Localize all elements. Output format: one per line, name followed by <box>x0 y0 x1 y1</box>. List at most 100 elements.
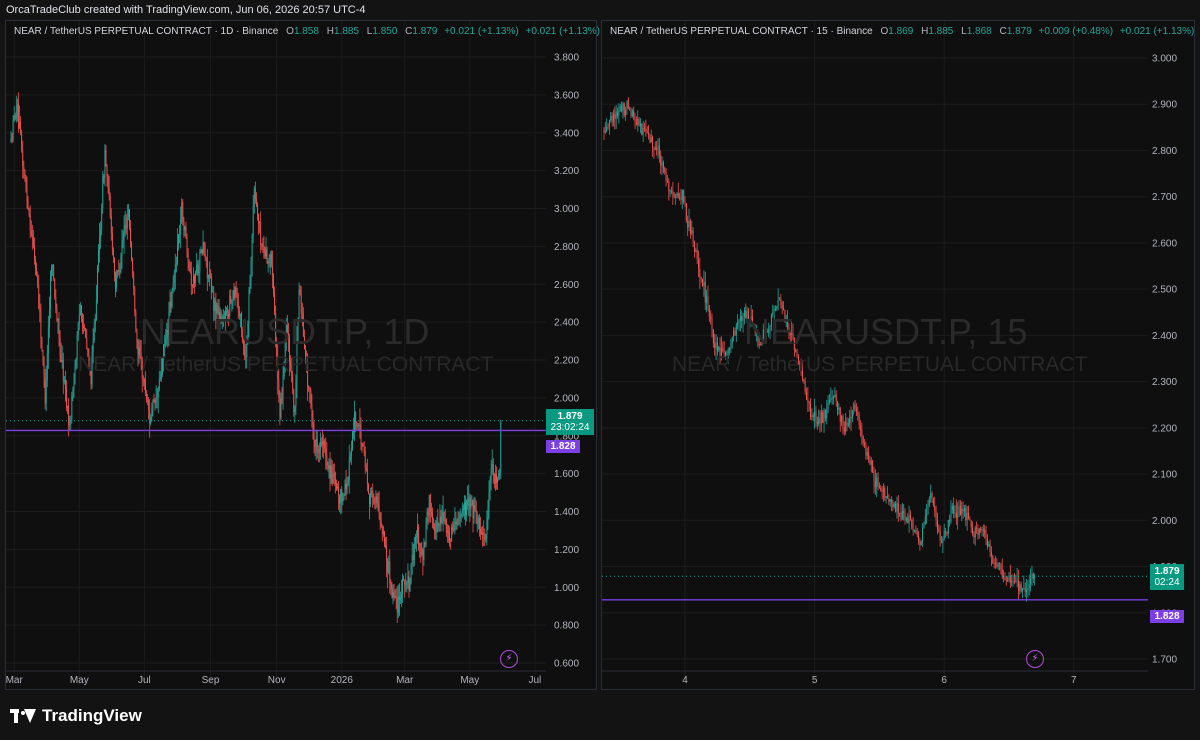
candle <box>993 558 995 569</box>
candle <box>475 500 477 525</box>
candle <box>130 220 131 248</box>
candle <box>257 202 258 221</box>
candle <box>815 406 817 428</box>
y-tick-label: 2.900 <box>1152 100 1177 111</box>
lightning-icon[interactable]: ⚡ <box>500 650 518 668</box>
chart-panel-daily[interactable]: 3.800 3.600 3.400 3.200 3.000 2.800 2.600 2.400… <box>5 20 600 690</box>
candle <box>430 502 432 518</box>
candle <box>951 502 953 514</box>
candle <box>380 512 382 528</box>
candle <box>465 495 466 526</box>
candle <box>638 116 640 127</box>
candle <box>370 487 372 508</box>
candle <box>260 211 262 254</box>
candle <box>1013 572 1015 585</box>
lightning-icon[interactable]: ⚡ <box>1026 650 1044 668</box>
candle <box>355 410 357 433</box>
candle <box>155 385 157 409</box>
candle <box>822 409 824 424</box>
candle <box>191 284 193 295</box>
candle <box>40 303 42 349</box>
candle <box>851 409 853 423</box>
candle <box>499 468 501 480</box>
candle <box>59 330 61 363</box>
candle <box>314 439 316 457</box>
candle <box>45 365 47 412</box>
y-tick-label: 0.800 <box>554 621 579 632</box>
candle <box>779 296 780 301</box>
candle <box>444 509 446 526</box>
candle <box>342 492 344 506</box>
candle <box>329 452 331 492</box>
candle <box>134 285 136 317</box>
candle <box>395 588 397 610</box>
candle <box>356 421 358 430</box>
tradingview-brand[interactable]: TradingView <box>10 706 142 726</box>
candle <box>255 192 257 208</box>
candle <box>422 547 424 576</box>
candle <box>156 387 158 409</box>
candle <box>379 511 381 531</box>
candle <box>439 504 441 532</box>
candle <box>407 563 409 589</box>
candle <box>182 199 184 226</box>
candle <box>265 236 267 260</box>
candle <box>56 303 58 323</box>
candle <box>891 496 893 511</box>
candle <box>404 579 406 598</box>
x-tick-label: Mar <box>6 675 23 686</box>
candle <box>108 175 110 201</box>
candle <box>837 400 839 416</box>
candle <box>730 338 732 354</box>
candle <box>652 135 654 157</box>
candle <box>977 524 979 540</box>
candle <box>919 537 921 551</box>
candle <box>318 442 320 463</box>
candle <box>61 345 63 369</box>
candle <box>485 533 487 543</box>
candle <box>437 508 439 533</box>
candle <box>428 494 430 523</box>
candle <box>908 505 910 533</box>
candle <box>958 500 960 518</box>
candle <box>703 270 705 297</box>
candle <box>432 507 433 529</box>
candle <box>943 523 945 541</box>
candle <box>172 275 174 294</box>
legend-interval: 1D <box>220 26 234 37</box>
candle <box>18 92 19 133</box>
candle <box>391 581 393 599</box>
candle <box>812 412 814 422</box>
candle <box>84 323 86 332</box>
candle <box>816 416 818 430</box>
candle <box>294 405 296 423</box>
candle <box>389 549 391 594</box>
candle <box>1004 572 1006 581</box>
chart-panel-15m[interactable]: 3.000 2.900 2.800 2.700 2.600 2.500 2.400 2.300… <box>601 20 1195 690</box>
candle <box>814 398 816 429</box>
candle <box>312 409 314 440</box>
candle <box>978 527 980 539</box>
candle <box>603 126 605 141</box>
candle <box>71 391 73 424</box>
candle <box>80 304 82 323</box>
candle <box>870 457 872 473</box>
candle <box>646 126 648 134</box>
candle <box>733 327 735 342</box>
x-tick-label: Jul <box>138 675 151 686</box>
candle <box>121 229 123 270</box>
last-price-label: 1.879 <box>557 410 583 422</box>
candle <box>418 524 420 551</box>
candle <box>38 274 40 310</box>
candle <box>939 525 941 547</box>
candle <box>152 398 154 417</box>
candle <box>855 403 857 416</box>
candle <box>186 233 188 258</box>
candle <box>680 189 682 205</box>
y-tick-label: 1.000 <box>554 583 579 594</box>
candle <box>232 290 234 310</box>
candle <box>981 526 983 537</box>
candle <box>642 121 644 143</box>
candle <box>668 178 670 201</box>
candle <box>143 377 145 390</box>
